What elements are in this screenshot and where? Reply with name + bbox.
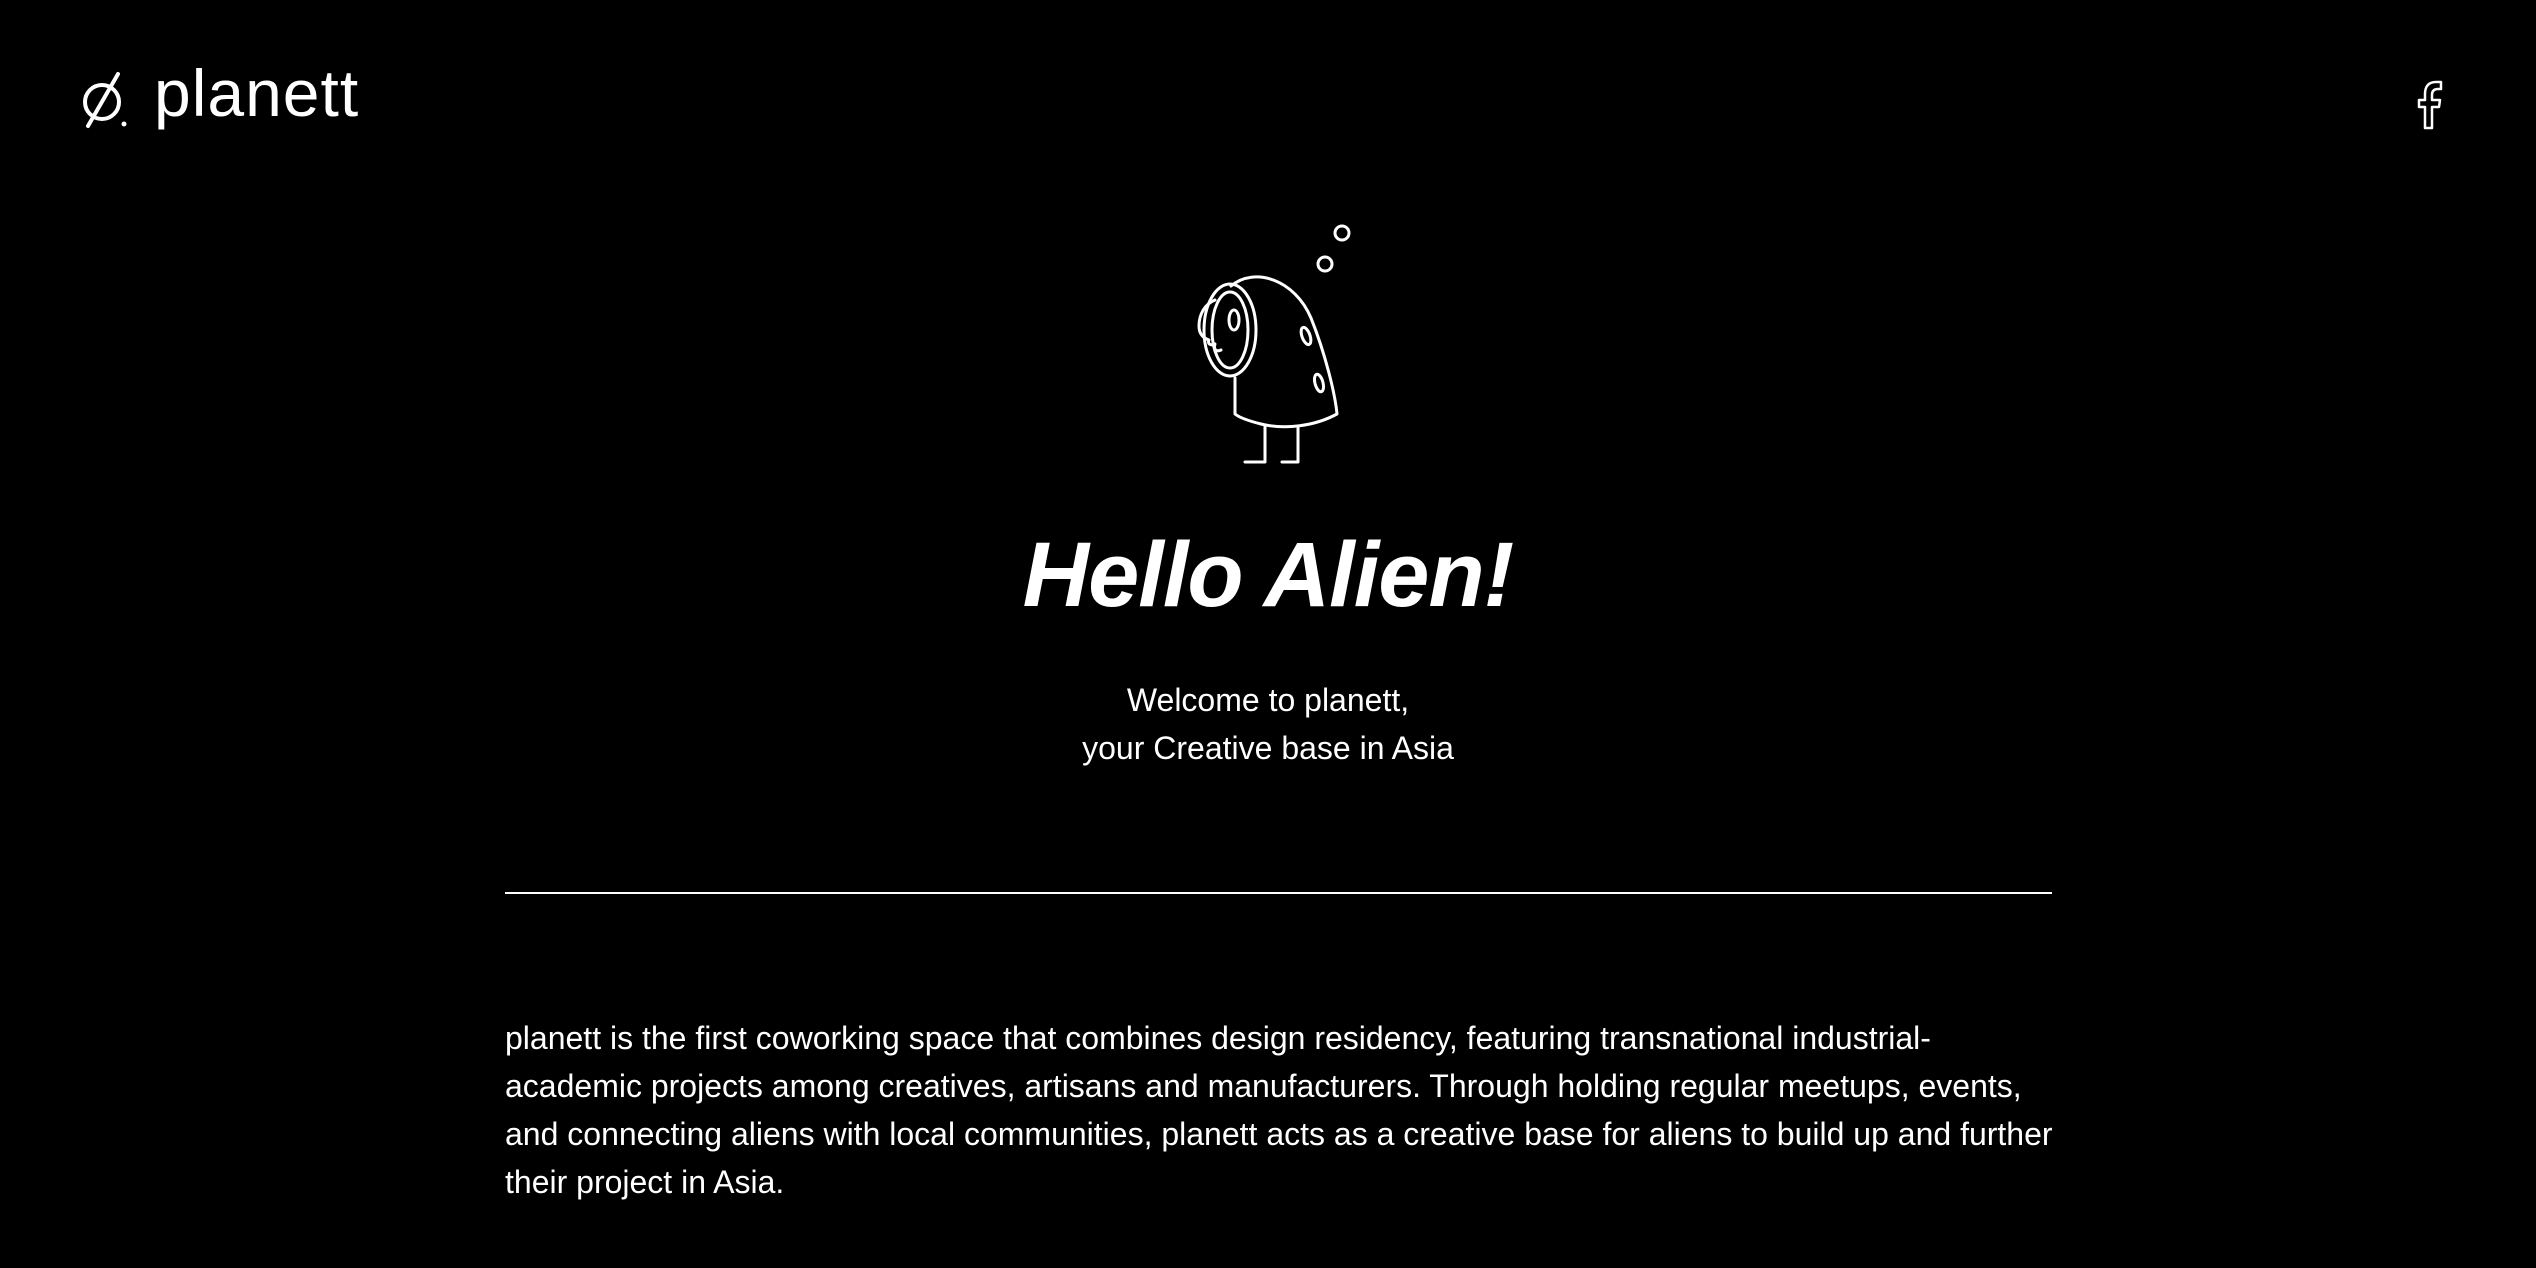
hero-title: Hello Alien!: [1022, 524, 1515, 626]
page: planett Hello Alien! Welcome to planett,…: [0, 0, 2536, 1268]
about-paragraph: planett is the first coworking space tha…: [505, 1020, 2053, 1200]
hero-subtitle-line-1: Welcome to planett,: [1126, 682, 1410, 718]
facebook-icon: [2417, 80, 2443, 130]
logo-text: planett: [154, 56, 360, 130]
hero-subtitle-line-2: your Creative base in Asia: [1082, 730, 1454, 766]
hero-subtitle: Welcome to planett, your Creative base i…: [0, 676, 2536, 772]
facebook-link[interactable]: [2410, 78, 2450, 132]
planett-logo-icon: [83, 72, 127, 128]
logo-link[interactable]: planett: [80, 60, 359, 134]
alien-illustration: [1197, 224, 1351, 464]
section-divider: [505, 892, 2052, 894]
